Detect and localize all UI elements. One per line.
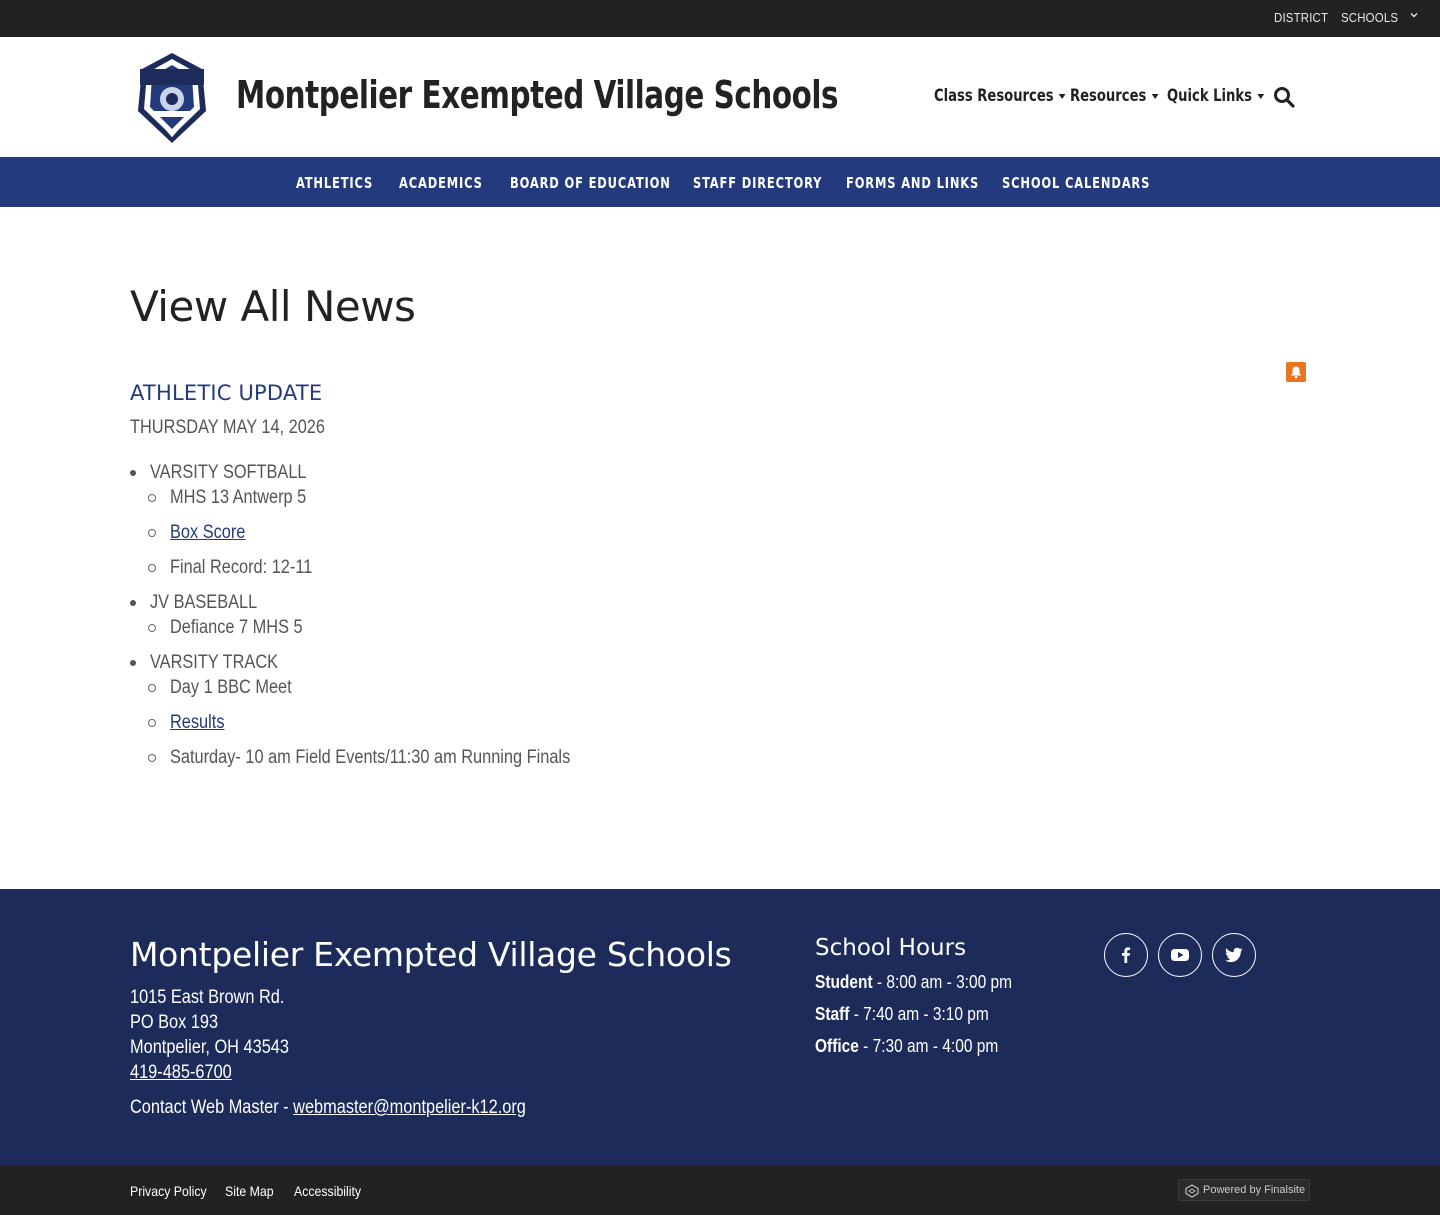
powered-by-badge[interactable]: Powered by Finalsite [1178,1179,1310,1201]
hours-label: Office [815,1036,859,1056]
box-score-link[interactable]: Box Score [170,522,245,543]
phone-line: 419-485-6700 [130,1062,232,1084]
list-item: Box Score [170,522,245,544]
bottom-bar: Privacy Policy Site Map Accessibility Po… [0,1166,1440,1215]
chevron-down-icon[interactable] [1409,9,1419,23]
nav-staff-directory[interactable]: STAFF DIRECTORY [693,174,822,192]
contact-label: Contact Web Master - [130,1097,294,1118]
list-item: VARSITY SOFTBALL [150,462,307,483]
schools-link[interactable]: SCHOOLS [1341,10,1398,25]
privacy-policy-link[interactable]: Privacy Policy [130,1183,207,1199]
quick-links-menu[interactable]: Quick Links [1167,86,1265,106]
finalsite-logo-icon [1185,1184,1199,1203]
resources-label: Resources [1070,86,1147,106]
main-nav: ATHLETICS ACADEMICS BOARD OF EDUCATION S… [0,157,1440,207]
twitter-icon[interactable] [1212,933,1256,977]
site-header: Montpelier Exempted Village Schools Clas… [0,37,1440,157]
hours-line: Office - 7:30 am - 4:00 pm [815,1036,998,1057]
nav-athletics[interactable]: ATHLETICS [296,174,373,192]
search-icon[interactable] [1272,85,1296,109]
footer-title: Montpelier Exempted Village Schools [130,935,732,974]
hours-line: Staff - 7:40 am - 3:10 pm [815,1004,989,1025]
class-resources-menu[interactable]: Class Resources [934,86,1066,106]
accessibility-link[interactable]: Accessibility [294,1183,361,1199]
list-item: JV BASEBALL [150,592,258,613]
bullet [130,470,136,476]
list-item: Results [170,712,224,734]
caret-down-icon [1257,93,1265,99]
bullet [130,600,136,606]
facebook-icon[interactable] [1104,933,1148,977]
site-title[interactable]: Montpelier Exempted Village Schools [236,73,839,117]
school-logo[interactable] [132,51,212,145]
phone-link[interactable]: 419-485-6700 [130,1062,232,1083]
news-title[interactable]: ATHLETIC UPDATE [130,381,322,405]
caret-down-icon [1058,93,1066,99]
school-hours-title: School Hours [815,935,967,961]
utility-bar: DISTRICT SCHOOLS [0,0,1440,37]
nav-forms-and-links[interactable]: FORMS AND LINKS [846,174,979,192]
nav-academics[interactable]: ACADEMICS [399,174,483,192]
class-resources-label: Class Resources [934,86,1054,106]
bullet [148,719,156,727]
address-line: PO Box 193 [130,1012,219,1033]
news-date: THURSDAY MAY 14, 2026 [130,417,325,438]
notification-bell-icon[interactable] [1286,362,1306,382]
district-link[interactable]: DISTRICT [1274,10,1328,25]
list-item: MHS 13 Antwerp 5 [170,487,307,508]
webmaster-email-link[interactable]: webmaster@montpelier-k12.org [293,1097,526,1118]
nav-school-calendars[interactable]: SCHOOL CALENDARS [1002,174,1150,192]
bullet [130,660,136,666]
list-item: Final Record: 12-11 [170,557,313,578]
list-item: Day 1 BBC Meet [170,677,292,698]
nav-board-of-education[interactable]: BOARD OF EDUCATION [510,174,671,192]
bullet [148,529,156,537]
bullet [148,754,156,762]
powered-by-text: Powered by Finalsite [1203,1184,1306,1196]
list-item: Defiance 7 MHS 5 [170,617,303,638]
bullet [148,564,156,572]
hours-label: Student [815,972,873,992]
address-line: Montpelier, OH 43543 [130,1037,289,1058]
contact-line: Contact Web Master - webmaster@montpelie… [130,1097,526,1119]
caret-down-icon [1151,93,1159,99]
resources-menu[interactable]: Resources [1070,86,1159,106]
address-line: 1015 East Brown Rd. [130,987,285,1008]
hours-value: - 7:40 am - 3:10 pm [849,1004,989,1024]
bullet [148,494,156,502]
results-link[interactable]: Results [170,712,224,733]
quick-links-label: Quick Links [1167,86,1253,106]
bullet [148,624,156,632]
hours-value: - 7:30 am - 4:00 pm [858,1036,999,1056]
hours-line: Student - 8:00 am - 3:00 pm [815,972,1012,993]
bullet [148,684,156,692]
hours-label: Staff [815,1004,850,1024]
list-item: Saturday- 10 am Field Events/11:30 am Ru… [170,747,571,768]
youtube-icon[interactable] [1158,933,1202,977]
hours-value: - 8:00 am - 3:00 pm [872,972,1013,992]
page-title: View All News [130,282,416,331]
site-footer: Montpelier Exempted Village Schools 1015… [0,889,1440,1166]
list-item: VARSITY TRACK [150,652,279,673]
site-map-link[interactable]: Site Map [225,1183,274,1199]
